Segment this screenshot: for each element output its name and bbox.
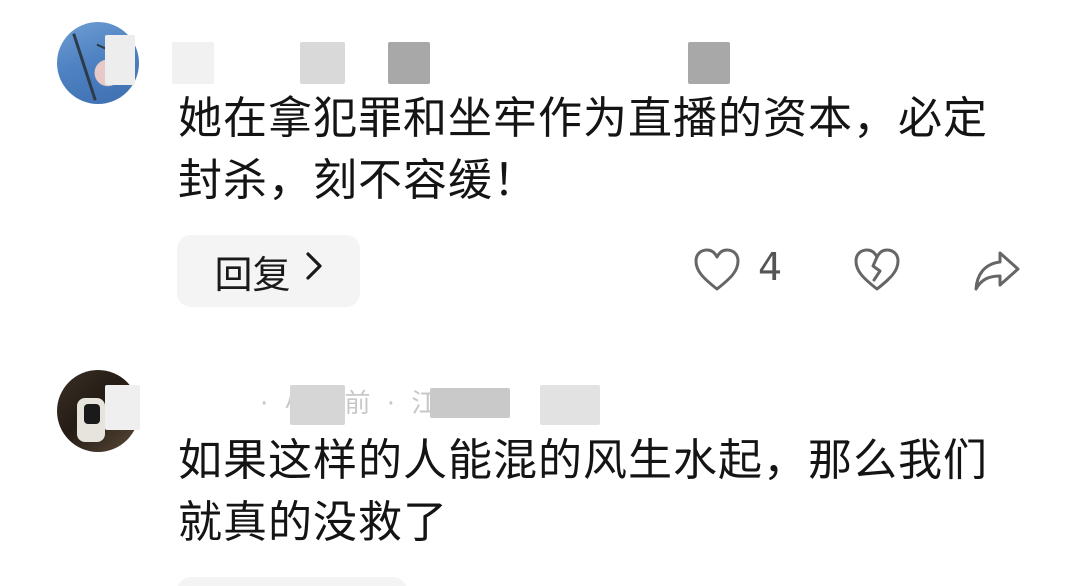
username-mask [105, 35, 135, 85]
reply-label: 回复 [214, 252, 291, 297]
username-mask [290, 385, 345, 425]
username-mask [105, 385, 140, 430]
chevron-right-icon [305, 250, 323, 290]
username-mask [300, 42, 345, 84]
username-mask [388, 42, 430, 84]
comment-text: 如果这样的人能混的风生水起，那么我们就真的没救了 [178, 435, 988, 548]
reply-button[interactable] [177, 577, 407, 586]
meta-mask [430, 388, 510, 418]
share-icon[interactable] [972, 248, 1022, 294]
comment-text: 她在拿犯罪和坐牢作为直播的资本，必定封杀，刻不容缓！ [178, 93, 988, 206]
comment-item: · 小时前 · 江苏 如果这样的人能混的风生水起，那么我们就真的没救了 [0, 355, 1080, 586]
comment-item: 她在拿犯罪和坐牢作为直播的资本，必定封杀，刻不容缓！ 回复 4 [0, 0, 1080, 330]
like-count: 4 [758, 245, 783, 289]
broken-heart-icon[interactable] [853, 247, 901, 293]
reply-button[interactable]: 回复 [177, 235, 360, 307]
username-mask [172, 42, 214, 84]
meta-mask [540, 385, 600, 425]
comment-feed: 她在拿犯罪和坐牢作为直播的资本，必定封杀，刻不容缓！ 回复 4 · 小时前 · … [0, 0, 1080, 586]
username-mask [688, 42, 730, 84]
heart-icon[interactable] [693, 247, 741, 293]
